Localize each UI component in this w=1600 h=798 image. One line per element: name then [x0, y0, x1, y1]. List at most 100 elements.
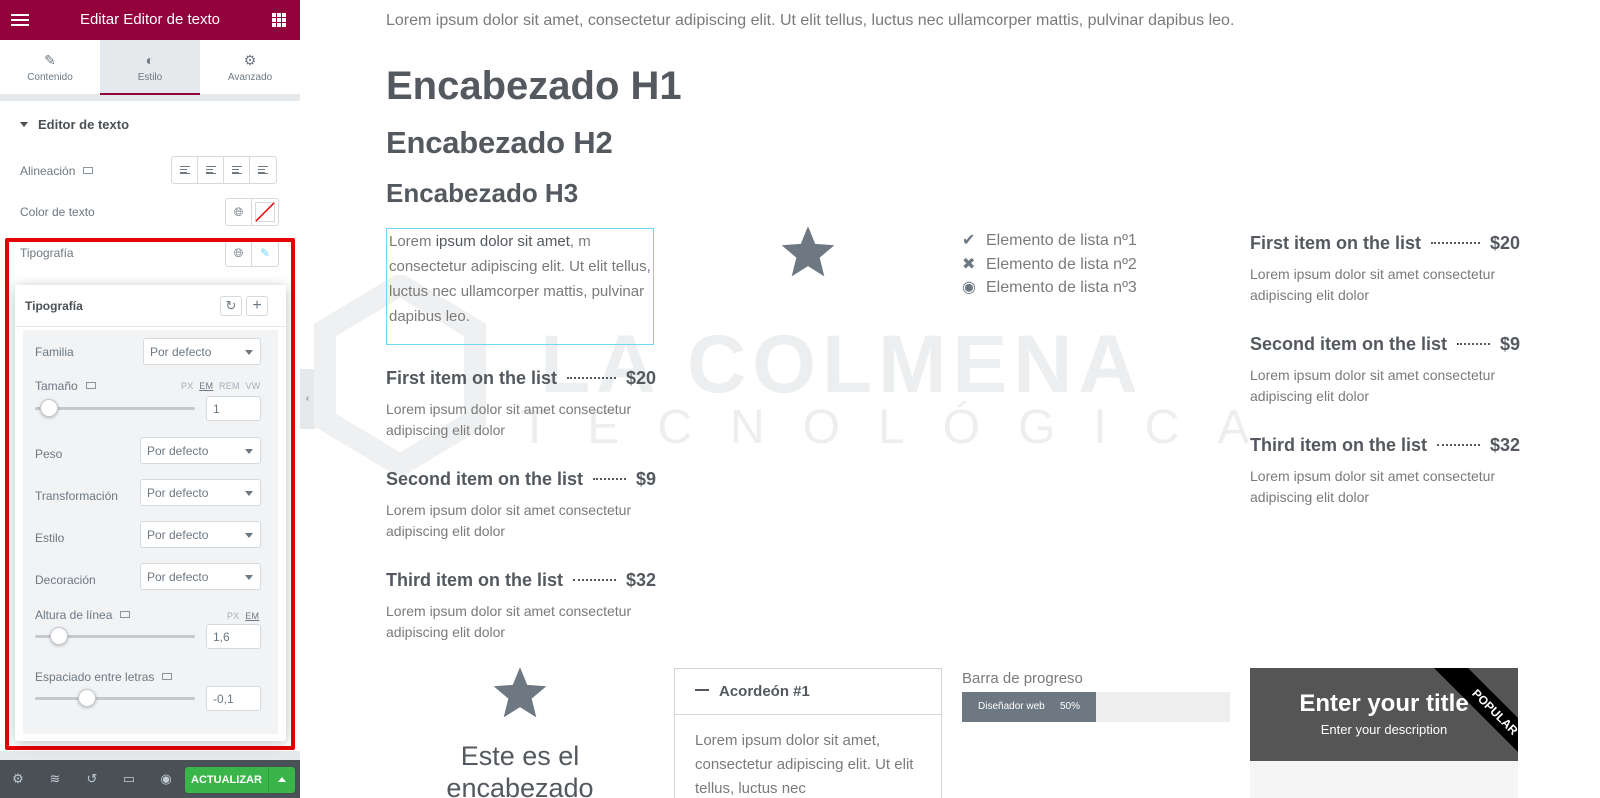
unit-em[interactable]: EM [245, 611, 259, 621]
price-item-price: $20 [1489, 232, 1520, 253]
update-button[interactable]: ACTUALIZAR [185, 767, 295, 793]
accordion: Acordeón #1 Lorem ipsum dolor sit amet, … [674, 668, 942, 798]
price-item-description: Lorem ipsum dolor sit amet consectetur a… [386, 401, 632, 438]
decoration-select[interactable]: Por defecto [140, 563, 261, 590]
align-justify-button[interactable] [250, 157, 276, 183]
selected-text-editor-widget[interactable]: Lorem ipsum dolor sit amet, m consectetu… [386, 228, 654, 345]
tab-avanzado[interactable]: ⚙ Avanzado [200, 40, 300, 95]
history-icon[interactable]: ↺ [84, 771, 100, 787]
price-item-title: Third item on the list [386, 569, 564, 590]
unit-px[interactable]: PX [181, 381, 194, 391]
price-item-title: First item on the list [386, 367, 558, 388]
align-center-icon [205, 166, 216, 174]
panel-footer: ⚙ ≋ ↺ ▭ ◉ ACTUALIZAR [0, 760, 300, 798]
panel-tabs: ✎ Contenido ◐ Estilo ⚙ Avanzado [0, 40, 300, 95]
family-label: Familia [35, 345, 74, 359]
caret-down-icon [20, 122, 28, 127]
size-slider-track[interactable] [35, 407, 195, 410]
desktop-icon[interactable] [85, 382, 96, 389]
size-input[interactable]: 1 [206, 396, 261, 421]
list-item-text: Elemento de lista nº2 [986, 255, 1137, 273]
color-picker-button[interactable] [252, 199, 278, 225]
section-title: Editor de texto [38, 117, 130, 132]
list-item-text: Elemento de lista nº1 [986, 232, 1137, 249]
list-item: ✔ Elemento de lista nº1 [962, 229, 1137, 253]
style-label: Estilo [35, 531, 65, 545]
text-segment-highlight: ipsum dolor sit amet [435, 233, 570, 250]
no-color-swatch-icon [255, 202, 275, 222]
panel-title: Editar Editor de texto [79, 11, 221, 28]
gear-icon: ⚙ [243, 52, 257, 68]
price-item-price: $32 [625, 569, 656, 590]
size-slider-handle[interactable] [40, 399, 58, 417]
check-icon: ✔ [962, 232, 976, 249]
list-item: ◉ Elemento de lista nº3 [962, 276, 1137, 300]
popover-title: Tipografía [25, 299, 83, 313]
half-circle-icon: ◐ [145, 52, 155, 68]
align-left-button[interactable] [172, 157, 198, 183]
global-colors-button[interactable]: 🌐︎ [226, 199, 252, 225]
desktop-icon[interactable] [120, 611, 131, 618]
text-color-controls: 🌐︎ [225, 198, 279, 226]
price-list-item: Third item on the list $32 Lorem ipsum do… [386, 568, 656, 643]
desktop-icon[interactable] [162, 673, 173, 680]
letter-spacing-input[interactable]: -0,1 [206, 686, 261, 711]
typography-popover: Tipografía ↻ + Familia Por defecto Tamañ… [15, 285, 286, 741]
price-separator [1431, 242, 1480, 244]
price-list-item: Third item on the list $32 Lorem ipsum do… [1250, 433, 1520, 508]
popover-header: Tipografía ↻ + [15, 285, 286, 327]
unit-px[interactable]: PX [227, 611, 240, 621]
price-item-description: Lorem ipsum dolor sit amet consectetur a… [1250, 266, 1496, 303]
alignment-buttons [171, 156, 277, 184]
text-segment: Lorem [389, 233, 436, 250]
price-item-description: Lorem ipsum dolor sit amet consectetur a… [386, 502, 632, 539]
transform-select[interactable]: Por defecto [140, 479, 261, 506]
unit-vw[interactable]: VW [245, 381, 260, 391]
weight-select[interactable]: Por defecto [140, 437, 261, 464]
preview-eye-icon[interactable]: ◉ [158, 771, 174, 787]
responsive-mode-icon[interactable]: ▭ [121, 771, 137, 787]
price-separator [1437, 444, 1480, 446]
settings-icon[interactable]: ⚙ [10, 771, 26, 787]
reset-icon[interactable]: ↻ [220, 296, 242, 316]
tab-estilo[interactable]: ◐ Estilo [100, 40, 200, 95]
line-height-input[interactable]: 1,6 [206, 624, 261, 649]
price-list-item: First item on the list $20 Lorem ipsum do… [386, 366, 656, 441]
line-height-slider-handle[interactable] [50, 627, 68, 645]
unit-em[interactable]: EM [199, 381, 213, 391]
add-icon[interactable]: + [246, 296, 268, 316]
heading-h2: Encabezado H2 [386, 125, 613, 160]
letter-spacing-slider-handle[interactable] [78, 689, 96, 707]
price-list-item: Second item on the list $9 Lorem ipsum do… [386, 467, 656, 542]
unit-rem[interactable]: REM [219, 381, 240, 391]
section-toggle[interactable]: Editor de texto [20, 117, 129, 132]
price-item-title: Third item on the list [1250, 434, 1428, 455]
caret-up-icon[interactable] [268, 767, 295, 793]
navigator-layers-icon[interactable]: ≋ [47, 771, 63, 787]
price-item-title: Second item on the list [1250, 333, 1448, 354]
line-height-label: Altura de línea [35, 608, 113, 622]
widgets-grid-icon[interactable] [272, 13, 286, 27]
price-table: Enter your title Enter your description … [1250, 668, 1518, 798]
letter-spacing-slider-track[interactable] [35, 697, 195, 700]
align-right-button[interactable] [224, 157, 250, 183]
align-right-icon [231, 166, 242, 174]
price-item-price: $32 [1489, 434, 1520, 455]
weight-label: Peso [35, 447, 63, 461]
align-center-button[interactable] [198, 157, 224, 183]
alignment-label: Alineación [20, 164, 76, 178]
accordion-title: Acordeón #1 [719, 683, 810, 700]
style-select[interactable]: Por defecto [140, 521, 261, 548]
list-item-text: Elemento de lista nº3 [986, 279, 1137, 296]
desktop-icon[interactable] [83, 167, 94, 174]
accordion-header[interactable]: Acordeón #1 [675, 669, 941, 715]
price-item-title: First item on the list [1250, 232, 1422, 253]
tab-contenido[interactable]: ✎ Contenido [0, 40, 100, 95]
price-list-item: First item on the list $20 Lorem ipsum do… [1250, 231, 1520, 306]
price-separator [1457, 343, 1490, 345]
progress-inner-text: Diseñador web [978, 701, 1045, 712]
price-table-description: Enter your description [1320, 722, 1448, 737]
icon-list: ✔ Elemento de lista nº1 ✖ Elemento de list… [962, 229, 1137, 300]
heading-h3: Encabezado H3 [386, 178, 579, 208]
family-select[interactable]: Por defecto [143, 338, 261, 365]
